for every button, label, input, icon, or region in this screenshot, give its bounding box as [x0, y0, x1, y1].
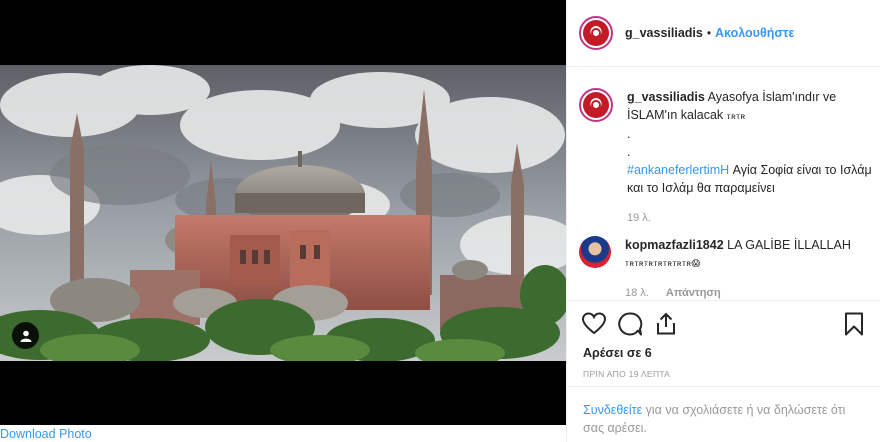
post-sidebar: g_vassiliadis • Ακολουθήστε g_vassiliadi… [566, 0, 880, 442]
post-timestamp[interactable]: ΠΡΙΝ ΑΠΟ 19 ΛΕΠΤΑ [583, 369, 670, 379]
comment-username[interactable]: kopmazfazli1842 [625, 238, 724, 252]
comment-text: LA GALİBE İLLALLAH [727, 238, 851, 252]
comments-list: g_vassiliadis Ayasofya İslam'ındır ve İS… [567, 68, 880, 300]
follow-button[interactable]: Ακολουθήστε [715, 26, 794, 40]
commenter-avatar[interactable] [579, 236, 611, 268]
post-header: g_vassiliadis • Ακολουθήστε [567, 0, 880, 67]
author-avatar[interactable] [579, 16, 613, 50]
user-tag-button[interactable] [12, 322, 39, 349]
caption-suffix: ᴛʀᴛʀ [726, 111, 746, 121]
comment-suffix: ᴛʀᴛʀᴛʀᴛʀᴛʀᴛʀᴛʀ😱 [625, 258, 701, 268]
post-actions: Αρέσει σε 6 ΠΡΙΝ ΑΠΟ 19 ΛΕΠΤΑ Συνδεθείτε… [567, 300, 880, 442]
user-icon [20, 330, 31, 342]
post-photo[interactable] [0, 65, 566, 361]
caption-hashtag[interactable]: #ankaneferlertimH [627, 163, 729, 177]
header-separator: • [706, 26, 712, 40]
caption-username[interactable]: g_vassiliadis [627, 90, 705, 104]
likes-count[interactable]: Αρέσει σε 6 [583, 346, 652, 360]
login-prompt: Συνδεθείτε για να σχολιάσετε ή να δηλώσε… [567, 386, 880, 442]
caption-dot: . [627, 145, 631, 159]
bookmark-icon[interactable] [841, 311, 867, 337]
caption-dot: . [627, 127, 631, 141]
reply-button[interactable]: Απάντηση [666, 287, 721, 299]
login-link[interactable]: Συνδεθείτε [583, 403, 642, 417]
comment-icon[interactable] [617, 311, 643, 337]
heart-icon[interactable] [581, 311, 607, 337]
post-media [0, 0, 566, 425]
comment-age: 18 λ. [625, 287, 649, 299]
comment-item: kopmazfazli1842 LA GALİBE İLLALLAH ᴛʀᴛʀᴛ… [579, 236, 871, 300]
caption-age: 19 λ. [627, 212, 651, 224]
author-username[interactable]: g_vassiliadis [625, 26, 703, 40]
caption-author-avatar[interactable] [579, 88, 613, 122]
download-photo-link[interactable]: Download Photo [0, 426, 92, 442]
share-icon[interactable] [653, 311, 679, 337]
caption-item: g_vassiliadis Ayasofya İslam'ındır ve İS… [579, 88, 873, 227]
